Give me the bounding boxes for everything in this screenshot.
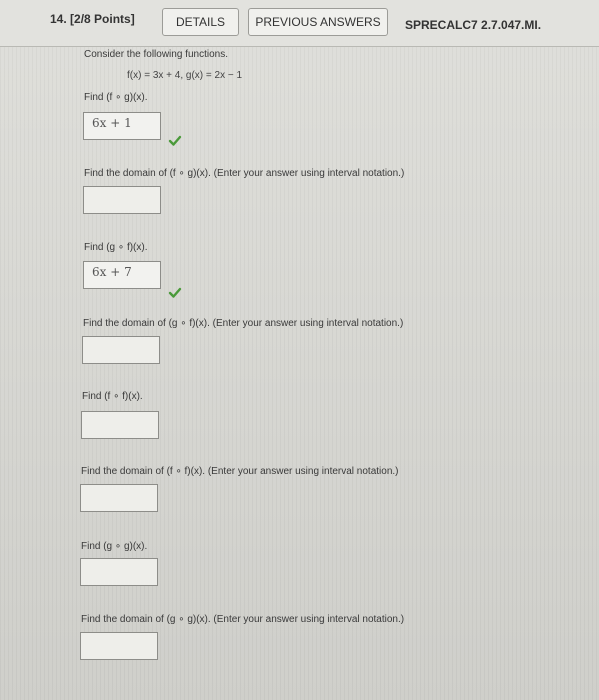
part8-answer-box[interactable] <box>80 632 158 660</box>
question-number: 14. [2/8 Points] <box>50 12 135 26</box>
correct-check-icon <box>168 134 182 148</box>
part8-prompt: Find the domain of (g ∘ g)(x). (Enter yo… <box>81 614 405 625</box>
details-button[interactable]: DETAILS <box>162 8 239 36</box>
part6-answer-box[interactable] <box>80 484 158 512</box>
functions-definition: f(x) = 3x + 4, g(x) = 2x − 1 <box>127 70 243 81</box>
source-code: SPRECALC7 2.7.047.MI. <box>405 18 542 32</box>
part3-answer-box[interactable]: 6x + 7 <box>83 261 161 289</box>
part2-prompt: Find the domain of (f ∘ g)(x). (Enter yo… <box>84 168 405 179</box>
part1-prompt: Find (f ∘ g)(x). <box>84 92 148 103</box>
part2-answer-box[interactable] <box>83 186 161 214</box>
part6-prompt: Find the domain of (f ∘ f)(x). (Enter yo… <box>81 466 399 477</box>
problem-content: Consider the following functions. f(x) =… <box>0 46 599 700</box>
part7-prompt: Find (g ∘ g)(x). <box>81 541 148 552</box>
part4-prompt: Find the domain of (g ∘ f)(x). (Enter yo… <box>83 318 404 329</box>
previous-answers-button[interactable]: PREVIOUS ANSWERS <box>248 8 388 36</box>
problem-intro: Consider the following functions. <box>84 49 228 60</box>
correct-check-icon <box>168 286 182 300</box>
question-header: 14. [2/8 Points] DETAILS PREVIOUS ANSWER… <box>0 0 599 47</box>
part5-prompt: Find (f ∘ f)(x). <box>82 391 143 402</box>
part5-answer-box[interactable] <box>81 411 159 439</box>
points-text: [2/8 Points] <box>70 12 135 26</box>
question-number-text: 14. <box>50 12 67 26</box>
part7-answer-box[interactable] <box>80 558 158 586</box>
part1-answer-box[interactable]: 6x + 1 <box>83 112 161 140</box>
part3-prompt: Find (g ∘ f)(x). <box>84 242 148 253</box>
part4-answer-box[interactable] <box>82 336 160 364</box>
